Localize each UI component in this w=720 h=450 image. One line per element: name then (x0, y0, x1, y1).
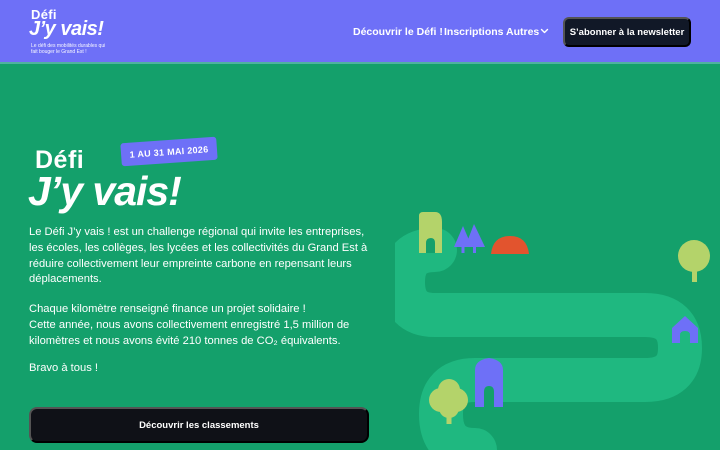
hero-logo-line2: J’y vais! (28, 168, 182, 214)
impact-line2: Cette année, nous avons collectivement e… (29, 318, 350, 347)
tree-icon (678, 240, 710, 282)
dome-icon (491, 236, 529, 254)
congrats-text: Bravo à tous ! (29, 362, 99, 374)
site-header: Défi J’y vais! Le défi des mobilités dur… (0, 0, 720, 64)
nav-link-inscriptions[interactable]: Inscriptions (444, 26, 504, 38)
discover-rankings-button[interactable]: Découvrir les classements (29, 407, 369, 443)
impact-line1: Chaque kilomètre renseigné finance un pr… (29, 303, 306, 315)
newsletter-button[interactable]: S’abonner à la newsletter (563, 17, 691, 47)
logo-tagline: Le défi des mobilités durables qui fait … (31, 43, 106, 55)
intro-paragraph: Le Défi J’y vais ! est un challenge régi… (29, 226, 368, 286)
road-illustration (395, 212, 710, 450)
nav-link-decouvrir[interactable]: Découvrir le Défi ! (353, 26, 443, 38)
house-icon (419, 212, 442, 253)
nav-link-autres[interactable]: Autres (506, 26, 539, 38)
site-logo[interactable]: Défi J’y vais! Le défi des mobilités dur… (29, 7, 139, 56)
logo-line2: J’y vais! (29, 18, 104, 40)
house-icon (475, 358, 503, 407)
chevron-down-icon[interactable] (540, 25, 549, 37)
tree-icon (454, 224, 485, 253)
road-path (395, 228, 703, 450)
impact-paragraph: Chaque kilomètre renseigné finance un pr… (29, 302, 374, 349)
